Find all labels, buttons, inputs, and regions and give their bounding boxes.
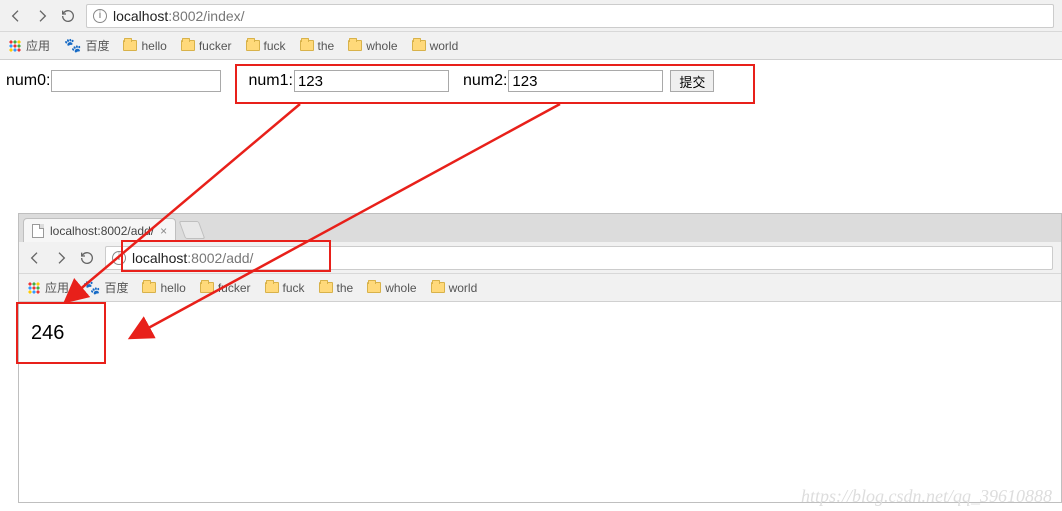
number-form: num0: num1: num2: 提交 [6, 70, 1056, 92]
paw-icon: 🐾 [83, 279, 100, 296]
bookmark-label: fuck [283, 281, 305, 295]
num2-input[interactable] [508, 70, 663, 92]
bookmark-item[interactable]: world [412, 39, 459, 53]
bookmark-label: fucker [199, 39, 232, 53]
site-info-icon[interactable]: i [112, 251, 126, 265]
address-bar[interactable]: i localhost:8002/index/ [86, 4, 1054, 28]
submit-button[interactable]: 提交 [670, 70, 714, 92]
bookmark-item[interactable]: fucker [181, 39, 232, 53]
page-body-2: 246 [19, 302, 1061, 502]
folder-icon [300, 40, 314, 51]
site-info-icon[interactable]: i [93, 9, 107, 23]
bookmark-label: whole [385, 281, 416, 295]
apps-icon [27, 281, 41, 295]
bookmarks-bar: 应用 🐾百度 hello fucker fuck the whole world [0, 32, 1062, 60]
nav-toolbar: i localhost:8002/index/ [0, 0, 1062, 32]
folder-icon [246, 40, 260, 51]
folder-icon [348, 40, 362, 51]
apps-button[interactable]: 应用 [8, 37, 50, 54]
page-icon [32, 224, 44, 238]
back-icon[interactable] [27, 250, 43, 266]
address-bar-2[interactable]: i localhost:8002/add/ [105, 246, 1053, 270]
page-body-1: num0: num1: num2: 提交 [0, 60, 1062, 102]
bookmark-label: fuck [264, 39, 286, 53]
folder-icon [431, 282, 445, 293]
bookmark-item[interactable]: world [431, 281, 478, 295]
bookmark-label: the [337, 281, 354, 295]
watermark: https://blog.csdn.net/qq_39610888 [801, 486, 1052, 507]
bookmark-item[interactable]: the [319, 281, 354, 295]
folder-icon [123, 40, 137, 51]
apps-label: 应用 [26, 37, 50, 54]
bookmark-label: fucker [218, 281, 251, 295]
bookmarks-bar-2: 应用 🐾百度 hello fucker fuck the whole world [19, 274, 1061, 302]
bookmark-item[interactable]: fuck [265, 281, 305, 295]
folder-icon [319, 282, 333, 293]
nav-toolbar-2: i localhost:8002/add/ [19, 242, 1061, 274]
bookmark-label: world [449, 281, 478, 295]
num1-input[interactable] [294, 70, 449, 92]
num1-label: num1: [248, 72, 292, 90]
folder-icon [181, 40, 195, 51]
num2-label: num2: [463, 72, 507, 90]
apps-label: 应用 [45, 279, 69, 296]
browser-window-2: localhost:8002/add/ × i localhost:8002/a… [18, 213, 1062, 503]
bookmark-item[interactable]: fuck [246, 39, 286, 53]
url-text: localhost:8002/index/ [113, 8, 245, 24]
forward-icon[interactable] [34, 8, 50, 24]
bookmark-item[interactable]: the [300, 39, 335, 53]
url-text-2: localhost:8002/add/ [132, 250, 253, 266]
browser-window-1: i localhost:8002/index/ 应用 🐾百度 hello fuc… [0, 0, 1062, 102]
new-tab-button[interactable] [179, 221, 206, 239]
folder-icon [265, 282, 279, 293]
bookmark-label: 百度 [85, 37, 109, 54]
bookmark-item[interactable]: fucker [200, 281, 251, 295]
apps-icon [8, 39, 22, 53]
bookmark-item[interactable]: hello [142, 281, 185, 295]
result-value: 246 [25, 312, 1055, 355]
folder-icon [412, 40, 426, 51]
folder-icon [142, 282, 156, 293]
bookmark-label: 百度 [104, 279, 128, 296]
bookmark-baidu[interactable]: 🐾百度 [64, 37, 109, 54]
bookmark-label: whole [366, 39, 397, 53]
bookmark-baidu[interactable]: 🐾百度 [83, 279, 128, 296]
back-icon[interactable] [8, 8, 24, 24]
tab-title: localhost:8002/add/ [50, 224, 154, 238]
bookmark-item[interactable]: whole [348, 39, 397, 53]
num0-input[interactable] [51, 70, 221, 92]
bookmark-label: hello [160, 281, 185, 295]
bookmark-label: hello [141, 39, 166, 53]
folder-icon [367, 282, 381, 293]
bookmark-item[interactable]: whole [367, 281, 416, 295]
reload-icon[interactable] [79, 250, 95, 266]
bookmark-label: the [318, 39, 335, 53]
num0-label: num0: [6, 72, 50, 90]
paw-icon: 🐾 [64, 37, 81, 54]
bookmark-item[interactable]: hello [123, 39, 166, 53]
apps-button[interactable]: 应用 [27, 279, 69, 296]
forward-icon[interactable] [53, 250, 69, 266]
reload-icon[interactable] [60, 8, 76, 24]
tab-add[interactable]: localhost:8002/add/ × [23, 218, 176, 242]
tab-strip: localhost:8002/add/ × [19, 214, 1061, 242]
folder-icon [200, 282, 214, 293]
bookmark-label: world [430, 39, 459, 53]
close-icon[interactable]: × [160, 224, 167, 238]
